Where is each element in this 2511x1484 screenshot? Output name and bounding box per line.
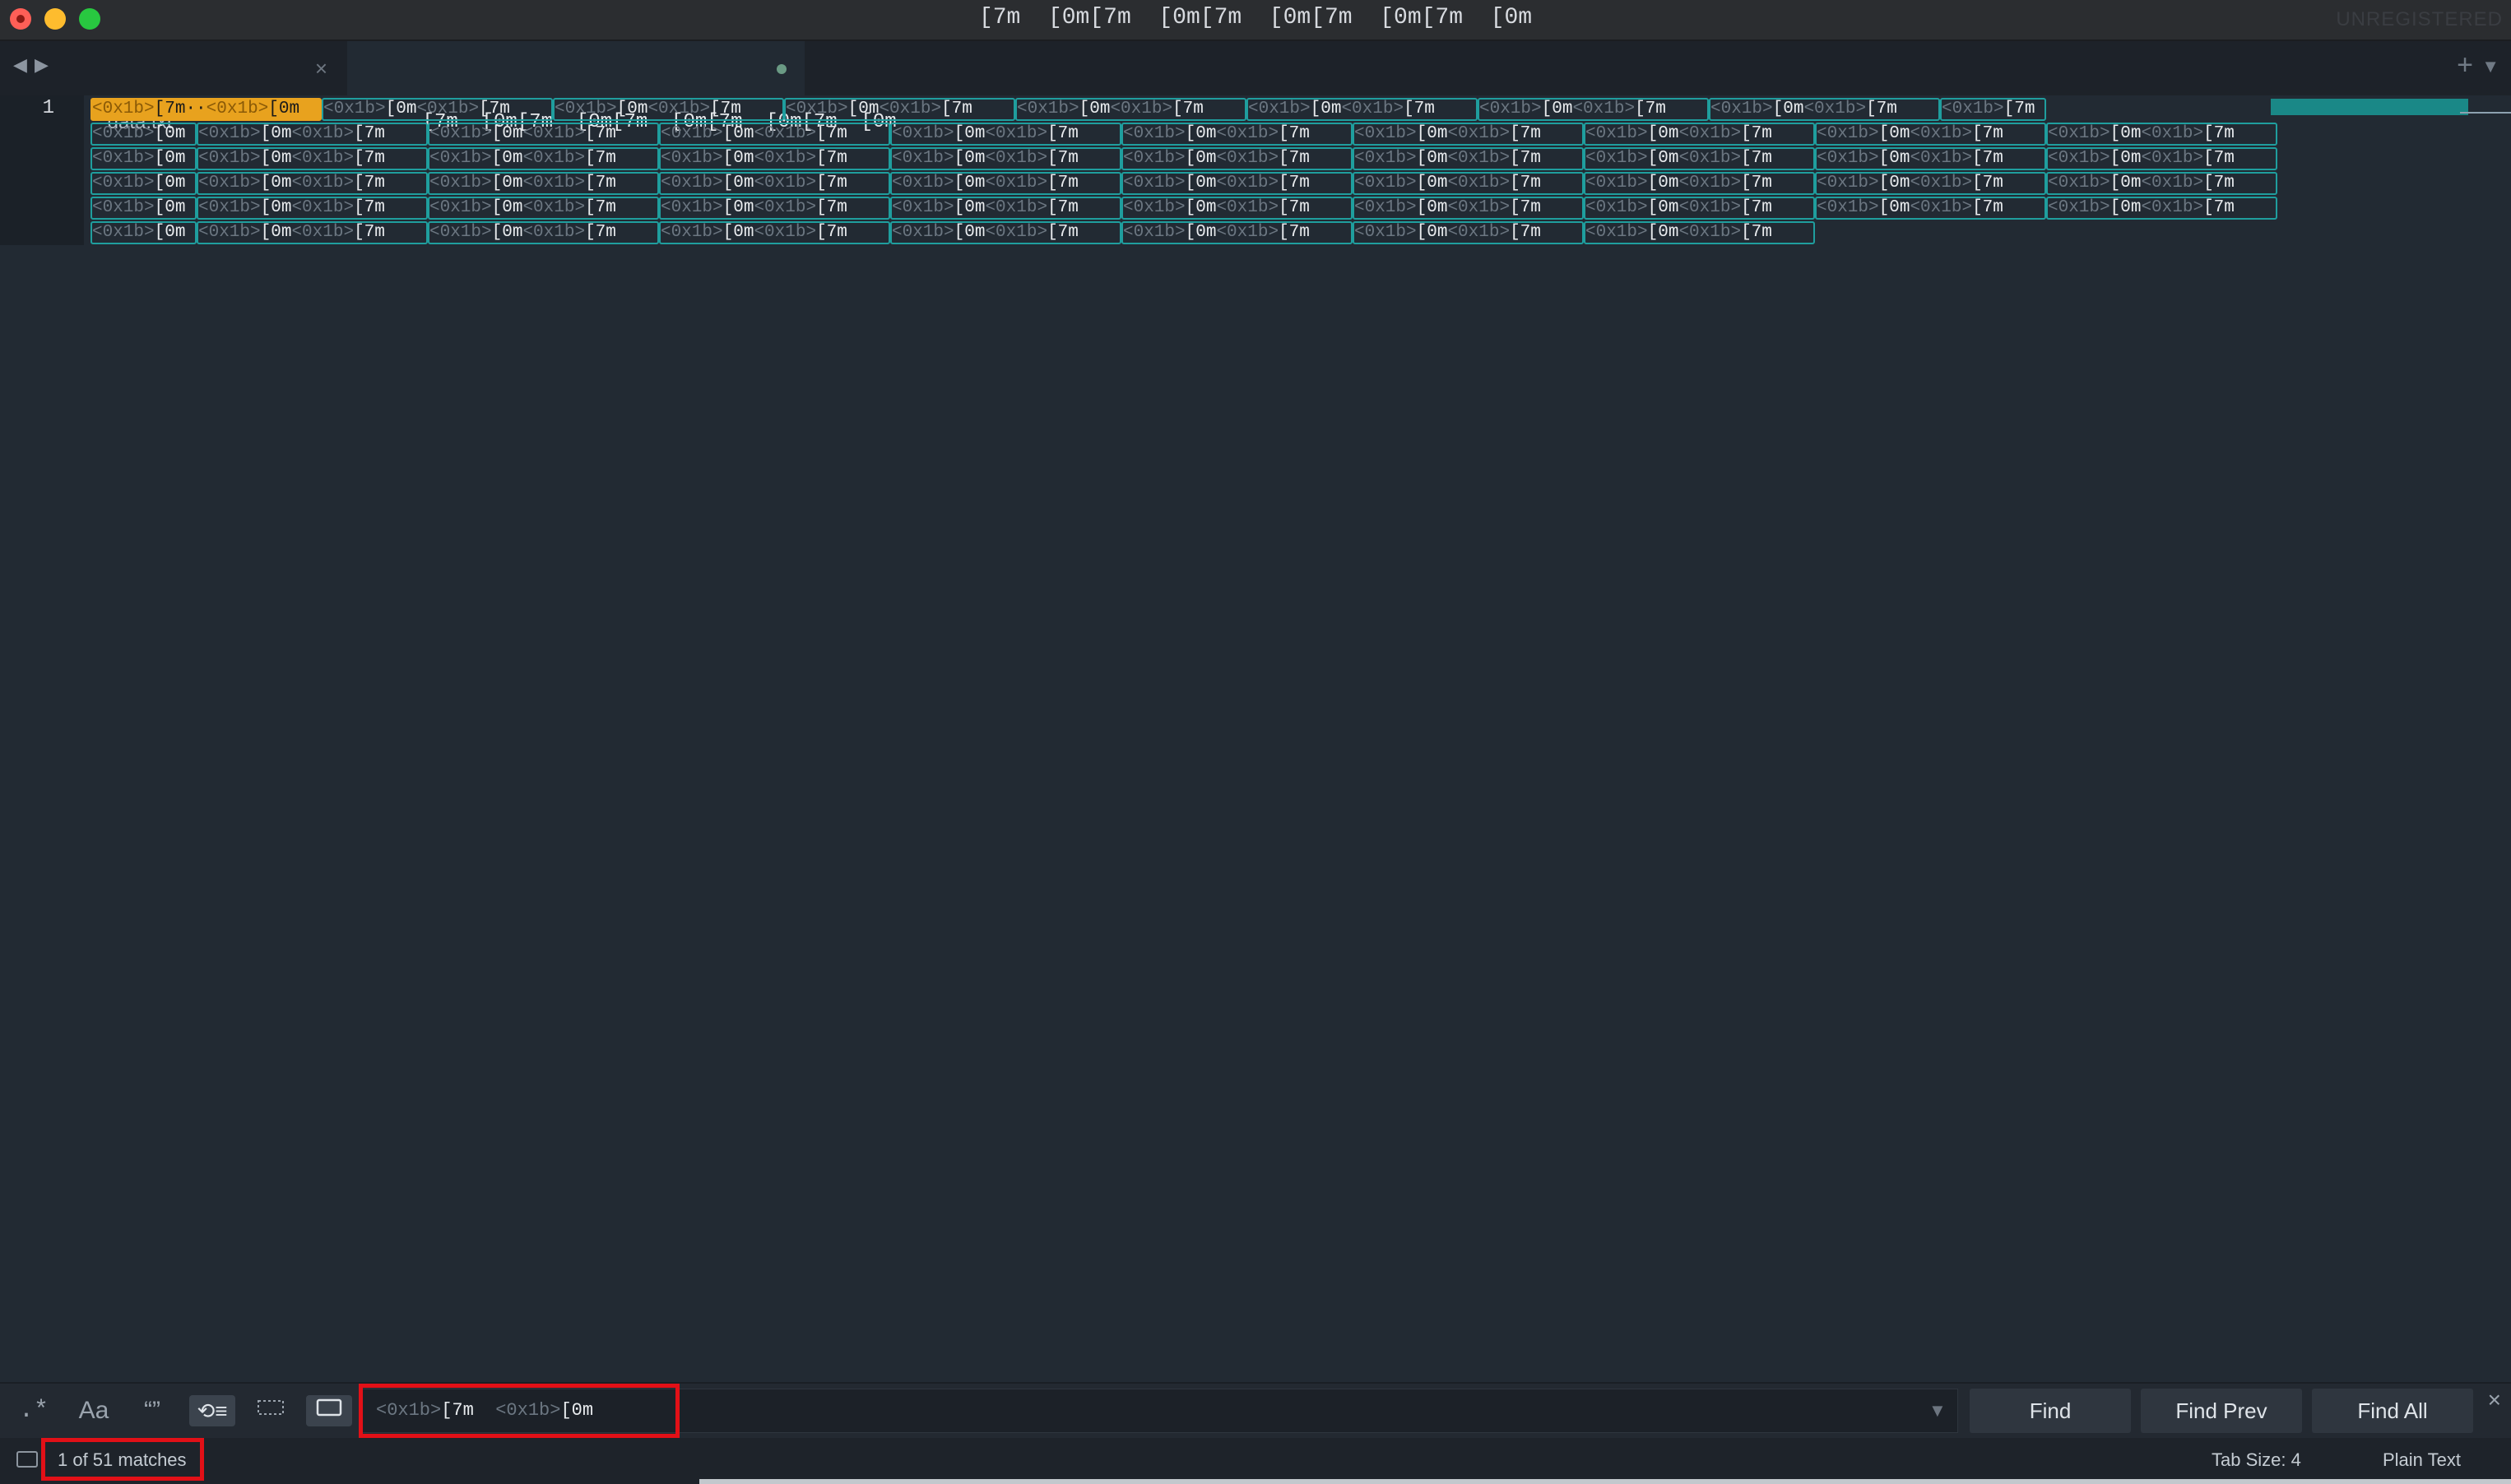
search-match: <0x1b>[0m<0x1b>[7m bbox=[890, 221, 1121, 244]
search-match: <0x1b>[0m<0x1b>[7m bbox=[1584, 197, 1815, 220]
search-match: <0x1b>[0m<0x1b>[7m bbox=[659, 147, 890, 170]
search-match: <0x1b>[0m<0x1b>[7m bbox=[659, 172, 890, 195]
search-match: <0x1b>[0m<0x1b>[7m bbox=[1121, 221, 1353, 244]
search-match: <0x1b>[0m<0x1b>[7m bbox=[428, 197, 659, 220]
search-match: <0x1b>[0m<0x1b>[7m bbox=[1709, 98, 1940, 121]
code-row: <0x1b>[0m <0x1b>[0m<0x1b>[7m <0x1b>[0m<0x… bbox=[91, 171, 2277, 196]
search-match: <0x1b>[0m bbox=[91, 172, 197, 195]
search-match: <0x1b>[0m<0x1b>[7m bbox=[197, 197, 428, 220]
horizontal-scrollbar[interactable] bbox=[699, 1479, 2511, 1484]
search-match: <0x1b>[0m<0x1b>[7m bbox=[1815, 172, 2046, 195]
regex-toggle-icon[interactable]: .* bbox=[15, 1395, 53, 1426]
case-sensitive-toggle-icon[interactable]: Aa bbox=[74, 1395, 114, 1426]
search-match: <0x1b>[0m<0x1b>[7m bbox=[553, 98, 784, 121]
search-match: <0x1b>[0m<0x1b>[7m bbox=[1121, 172, 1353, 195]
search-match: <0x1b>[0m<0x1b>[7m bbox=[322, 98, 553, 121]
search-match: <0x1b>[0m<0x1b>[7m bbox=[1584, 123, 1815, 146]
minimap-highlight[interactable] bbox=[2271, 99, 2468, 115]
syntax-selector[interactable]: Plain Text bbox=[2383, 1449, 2461, 1471]
code-row: <0x1b>[7m··<0x1b>[0m <0x1b>[0m<0x1b>[7m <… bbox=[91, 97, 2277, 122]
search-match: <0x1b>[0m bbox=[91, 197, 197, 220]
search-match: <0x1b>[0m<0x1b>[7m bbox=[1584, 221, 1815, 244]
tab-bar: ◀ ▶ data.txt × [7m [0m[7m [0m[7m [0m[7m … bbox=[0, 41, 2511, 133]
match-count-annotation bbox=[41, 1438, 204, 1481]
search-match: <0x1b>[0m<0x1b>[7m bbox=[428, 147, 659, 170]
search-match: <0x1b>[0m<0x1b>[7m bbox=[1121, 123, 1353, 146]
search-match: <0x1b>[0m<0x1b>[7m bbox=[2046, 147, 2277, 170]
search-match: <0x1b>[0m<0x1b>[7m bbox=[890, 197, 1121, 220]
search-match: <0x1b>[0m<0x1b>[7m bbox=[1584, 147, 1815, 170]
search-match: <0x1b>[0m<0x1b>[7m bbox=[1353, 221, 1584, 244]
find-panel: .* Aa “” ⟲≡ <0x1b>[7m <0x1b>[0m ▼ Find F… bbox=[0, 1382, 2511, 1438]
tab-close-icon[interactable]: × bbox=[315, 41, 327, 95]
search-match: <0x1b>[0m<0x1b>[7m bbox=[1121, 197, 1353, 220]
line-gutter: 1 bbox=[0, 95, 84, 245]
search-match: <0x1b>[0m<0x1b>[7m bbox=[1584, 172, 1815, 195]
search-match: <0x1b>[0m<0x1b>[7m bbox=[1815, 147, 2046, 170]
search-match: <0x1b>[0m<0x1b>[7m bbox=[197, 147, 428, 170]
find-all-button[interactable]: Find All bbox=[2312, 1389, 2473, 1433]
search-match: <0x1b>[0m<0x1b>[7m bbox=[890, 172, 1121, 195]
search-match: <0x1b>[0m<0x1b>[7m bbox=[1246, 98, 1478, 121]
status-bar: 1 of 51 matches Tab Size: 4 Plain Text bbox=[0, 1438, 2511, 1484]
window-title: [7m [0m[7m [0m[7m [0m[7m [0m[7m [0m bbox=[978, 5, 1533, 30]
minimap-viewport[interactable] bbox=[2460, 112, 2511, 114]
search-match: <0x1b>[0m<0x1b>[7m bbox=[1015, 98, 1246, 121]
tab-active-file[interactable]: [7m [0m[7m [0m[7m [0m[7m [0m[7m [0m bbox=[347, 41, 897, 133]
search-match: <0x1b>[0m<0x1b>[7m bbox=[890, 147, 1121, 170]
search-match: <0x1b>[0m<0x1b>[7m bbox=[1353, 147, 1584, 170]
tab-data-txt[interactable]: data.txt × bbox=[58, 41, 346, 133]
unsaved-dot-icon[interactable] bbox=[777, 64, 787, 74]
search-match: <0x1b>[7m bbox=[1940, 98, 2046, 121]
code-row: <0x1b>[0m <0x1b>[0m<0x1b>[7m <0x1b>[0m<0x… bbox=[91, 196, 2277, 220]
find-query-annotation bbox=[359, 1384, 680, 1438]
search-match: <0x1b>[0m<0x1b>[7m bbox=[890, 123, 1121, 146]
license-status: UNREGISTERED bbox=[2336, 8, 2503, 30]
tab-menu-icon[interactable]: ▼ bbox=[2481, 56, 2499, 77]
search-match: <0x1b>[0m<0x1b>[7m bbox=[1121, 147, 1353, 170]
search-match: <0x1b>[0m<0x1b>[7m bbox=[784, 98, 1015, 121]
search-match: <0x1b>[0m<0x1b>[7m bbox=[1353, 123, 1584, 146]
search-match: <0x1b>[0m<0x1b>[7m bbox=[2046, 197, 2277, 220]
search-match: <0x1b>[0m<0x1b>[7m bbox=[659, 123, 890, 146]
search-match: <0x1b>[0m<0x1b>[7m bbox=[428, 221, 659, 244]
search-match: <0x1b>[0m<0x1b>[7m bbox=[197, 172, 428, 195]
toggle-panel-icon[interactable] bbox=[16, 1451, 38, 1468]
search-match: <0x1b>[0m<0x1b>[7m bbox=[659, 221, 890, 244]
find-button[interactable]: Find bbox=[1970, 1389, 2131, 1433]
code-row: <0x1b>[0m <0x1b>[0m<0x1b>[7m <0x1b>[0m<0x… bbox=[91, 146, 2277, 171]
search-match: <0x1b>[0m<0x1b>[7m bbox=[1353, 172, 1584, 195]
close-find-panel-icon[interactable]: × bbox=[2488, 1387, 2501, 1413]
highlight-matches-toggle-icon[interactable] bbox=[306, 1395, 352, 1426]
search-match: <0x1b>[0m<0x1b>[7m bbox=[197, 123, 428, 146]
search-match: <0x1b>[0m<0x1b>[7m bbox=[428, 172, 659, 195]
search-match: <0x1b>[0m<0x1b>[7m bbox=[2046, 172, 2277, 195]
search-match: <0x1b>[0m<0x1b>[7m bbox=[197, 221, 428, 244]
search-match: <0x1b>[0m<0x1b>[7m bbox=[659, 197, 890, 220]
new-tab-icon[interactable]: + bbox=[2457, 49, 2473, 81]
active-search-match: <0x1b>[7m··<0x1b>[0m bbox=[91, 98, 322, 121]
back-arrow-icon[interactable]: ◀ bbox=[13, 54, 27, 76]
search-match: <0x1b>[0m bbox=[91, 221, 197, 244]
whole-word-toggle-icon[interactable]: “” bbox=[133, 1395, 171, 1426]
title-bar: [7m [0m[7m [0m[7m [0m[7m [0m[7m [0m UNRE… bbox=[0, 0, 2511, 41]
in-selection-toggle-icon[interactable] bbox=[253, 1395, 288, 1426]
search-match: <0x1b>[0m<0x1b>[7m bbox=[1353, 197, 1584, 220]
find-history-dropdown-icon[interactable]: ▼ bbox=[1929, 1400, 1947, 1421]
code-row: <0x1b>[0m <0x1b>[0m<0x1b>[7m <0x1b>[0m<0x… bbox=[91, 122, 2277, 146]
search-match: <0x1b>[0m<0x1b>[7m bbox=[428, 123, 659, 146]
search-match: <0x1b>[0m bbox=[91, 147, 197, 170]
code-row: <0x1b>[0m <0x1b>[0m<0x1b>[7m <0x1b>[0m<0x… bbox=[91, 220, 2277, 245]
tab-size-selector[interactable]: Tab Size: 4 bbox=[2212, 1449, 2301, 1471]
search-match: <0x1b>[0m bbox=[91, 123, 197, 146]
search-match: <0x1b>[0m<0x1b>[7m bbox=[1478, 98, 1709, 121]
line-number: 1 bbox=[42, 97, 54, 119]
find-prev-button[interactable]: Find Prev bbox=[2141, 1389, 2302, 1433]
search-match: <0x1b>[0m<0x1b>[7m bbox=[1815, 123, 2046, 146]
search-match: <0x1b>[0m<0x1b>[7m bbox=[2046, 123, 2277, 146]
forward-arrow-icon[interactable]: ▶ bbox=[35, 54, 49, 76]
wrap-toggle-icon[interactable]: ⟲≡ bbox=[189, 1395, 235, 1426]
search-match: <0x1b>[0m<0x1b>[7m bbox=[1815, 197, 2046, 220]
editor-text[interactable]: <0x1b>[7m··<0x1b>[0m <0x1b>[0m<0x1b>[7m <… bbox=[91, 97, 2277, 245]
